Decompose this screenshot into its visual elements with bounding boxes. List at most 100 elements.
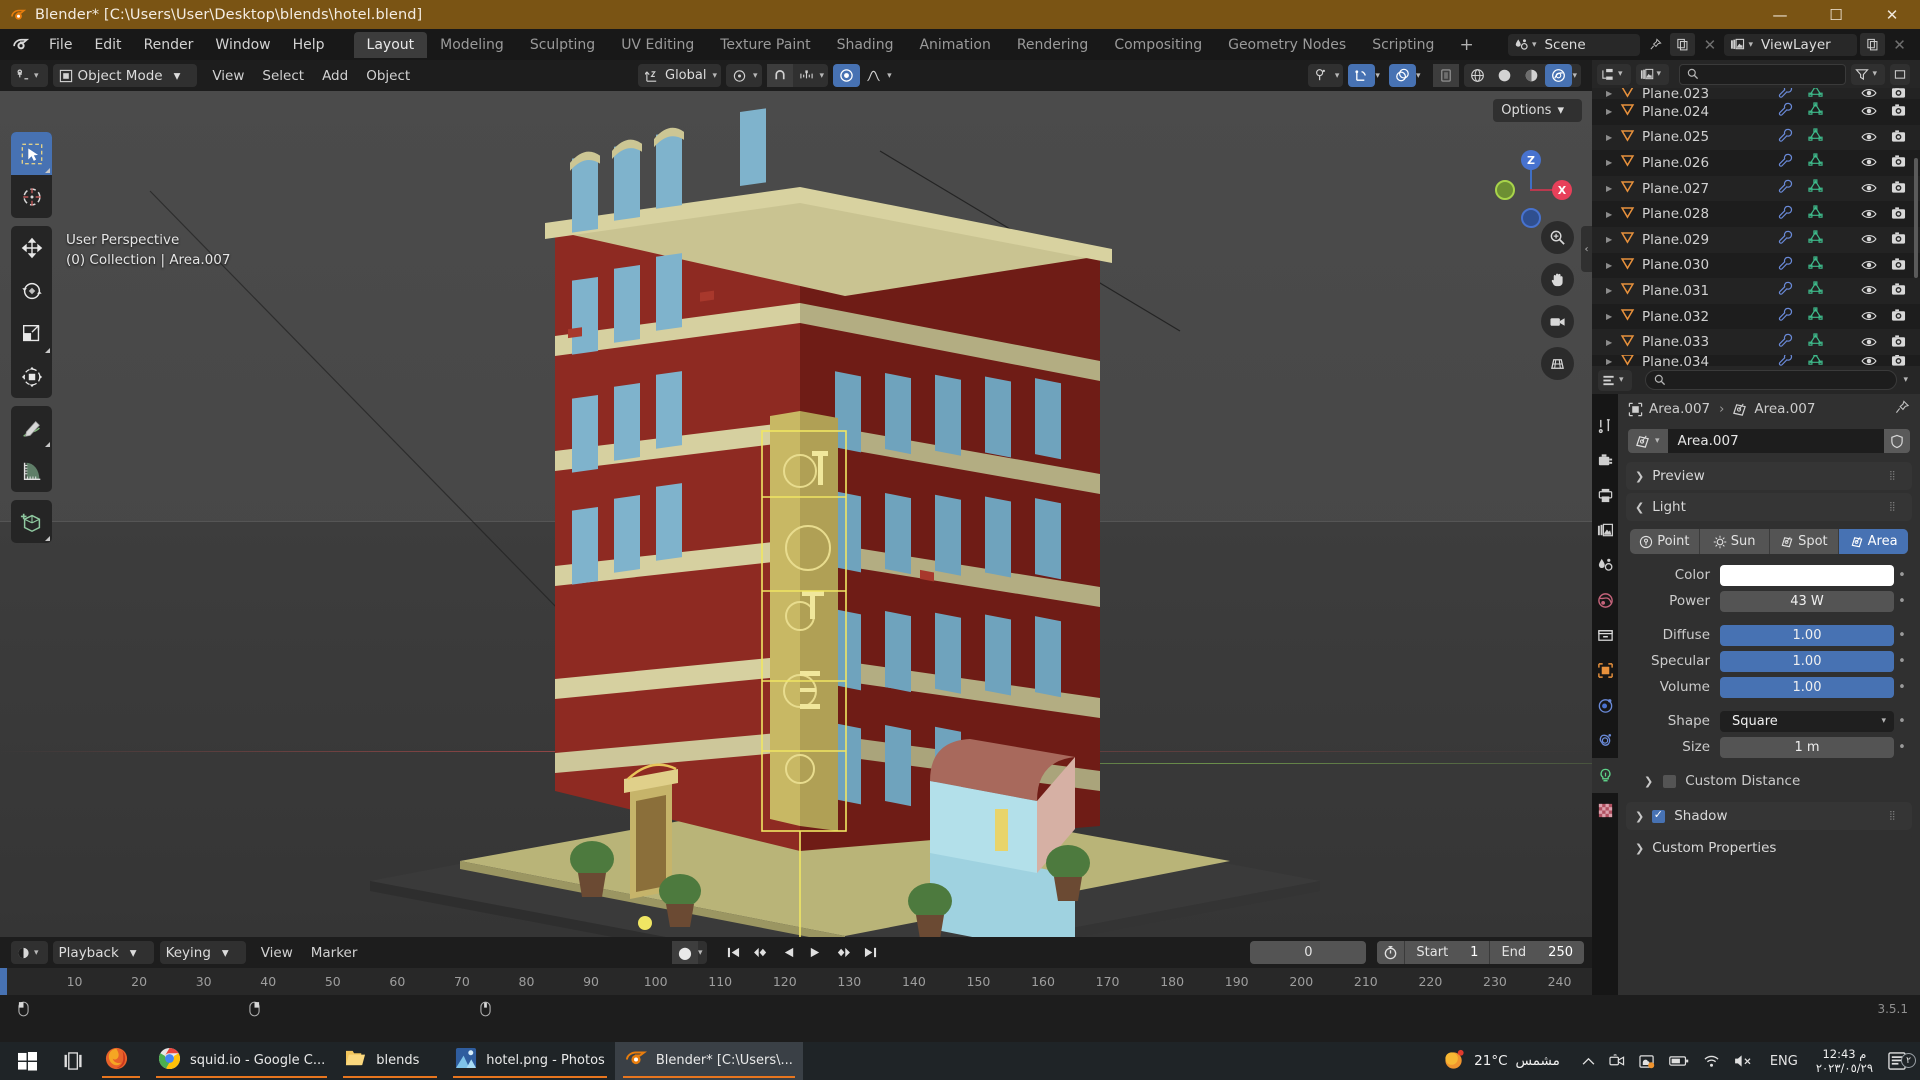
show-gizmo-icon[interactable]: [1348, 64, 1376, 87]
animate-property-icon[interactable]: •: [1894, 740, 1910, 755]
table-row[interactable]: ▶ Plane.025: [1592, 124, 1920, 151]
custom-distance-row[interactable]: ❯ Custom Distance: [1628, 768, 1910, 794]
taskbar-app-explorer[interactable]: blends: [335, 1042, 445, 1080]
wrench-modifier-icon[interactable]: [1778, 153, 1793, 172]
webcam-tray-icon[interactable]: [1602, 1054, 1632, 1068]
viewport-menu-select[interactable]: Select: [253, 65, 313, 87]
battery-tray-icon[interactable]: [1662, 1055, 1696, 1067]
properties-editor-type-selector[interactable]: ▾: [1598, 369, 1632, 391]
tool-tweak-select-box[interactable]: [11, 132, 52, 175]
table-row[interactable]: ▶ Plane.024: [1592, 99, 1920, 125]
visibility-eye-icon[interactable]: [1861, 256, 1877, 275]
use-preview-range-icon[interactable]: [1377, 941, 1405, 964]
mesh-data-icon[interactable]: [1808, 179, 1823, 198]
gizmo-axis-z[interactable]: Z: [1521, 150, 1541, 170]
menu-help[interactable]: Help: [282, 34, 336, 56]
expand-arrow-icon[interactable]: ▶: [1606, 357, 1620, 366]
light-type-spot[interactable]: Spot: [1770, 529, 1840, 554]
viewport-options-button[interactable]: Options ▾: [1493, 99, 1582, 122]
maximize-button[interactable]: ☐: [1808, 0, 1864, 29]
light-datablock-name[interactable]: Area.007: [1667, 429, 1884, 453]
close-button[interactable]: ✕: [1864, 0, 1920, 29]
workspace-tab-shading[interactable]: Shading: [824, 32, 907, 58]
wrench-modifier-icon[interactable]: [1778, 354, 1793, 366]
mesh-data-icon[interactable]: [1808, 333, 1823, 352]
animate-property-icon[interactable]: •: [1894, 628, 1910, 643]
taskbar-clock[interactable]: 12:43 م ٢٠٢٣/٠٥/٢٩: [1808, 1047, 1881, 1075]
snap-magnet-icon[interactable]: [766, 64, 793, 87]
falloff-curve-icon[interactable]: [860, 64, 887, 87]
wrench-modifier-icon[interactable]: [1778, 128, 1793, 147]
expand-arrow-icon[interactable]: ▶: [1606, 261, 1620, 270]
outliner-scrollbar[interactable]: [1914, 158, 1918, 278]
play-reverse-button[interactable]: [776, 941, 802, 964]
render-camera-icon[interactable]: [1891, 153, 1906, 172]
gizmo-axis-neg-y[interactable]: [1495, 180, 1515, 200]
outliner-display-mode-selector[interactable]: ▾: [1635, 63, 1670, 85]
workspace-tab-animation[interactable]: Animation: [906, 32, 1003, 58]
shading-mode-group[interactable]: ▾: [1464, 64, 1581, 87]
light-type-area[interactable]: Area: [1839, 529, 1908, 554]
outliner-filter-button[interactable]: ▾: [1851, 63, 1885, 85]
wrench-modifier-icon[interactable]: [1778, 205, 1793, 224]
panel-drag-dots[interactable]: ⣿: [1889, 812, 1903, 821]
visibility-eye-icon[interactable]: [1861, 355, 1877, 366]
expand-arrow-icon[interactable]: ▶: [1606, 312, 1620, 321]
table-row[interactable]: ▶ Plane.034: [1592, 354, 1920, 366]
mesh-data-icon[interactable]: [1808, 281, 1823, 300]
start-button[interactable]: [0, 1042, 54, 1080]
animate-property-icon[interactable]: •: [1894, 568, 1910, 583]
tool-measure[interactable]: [11, 449, 52, 492]
show-overlays-icon[interactable]: [1388, 64, 1416, 87]
jump-to-end-button[interactable]: [857, 941, 884, 964]
wrench-modifier-icon[interactable]: [1778, 102, 1793, 121]
properties-tab-output[interactable]: [1592, 478, 1618, 513]
pin-id-icon[interactable]: [1895, 399, 1910, 419]
workspace-tab-modeling[interactable]: Modeling: [427, 32, 517, 58]
properties-tab-object-data-light[interactable]: [1592, 758, 1618, 793]
task-view-button[interactable]: [54, 1042, 94, 1080]
toggle-xray-icon[interactable]: [1433, 64, 1460, 87]
viewlayer-selector[interactable]: ▾ ViewLayer: [1724, 33, 1857, 56]
property-value-specular[interactable]: 1.00: [1720, 650, 1894, 672]
tool-cursor[interactable]: [11, 175, 52, 218]
render-camera-icon[interactable]: [1891, 102, 1906, 121]
property-value-size[interactable]: 1 m: [1720, 736, 1894, 758]
table-row[interactable]: ▶ Plane.023: [1592, 88, 1920, 99]
workspace-tab-compositing[interactable]: Compositing: [1101, 32, 1215, 58]
workspace-tab-uv-editing[interactable]: UV Editing: [608, 32, 707, 58]
table-row[interactable]: ▶ Plane.028: [1592, 201, 1920, 227]
expand-arrow-icon[interactable]: ▶: [1606, 89, 1620, 98]
property-value-shape[interactable]: Square ▾: [1720, 710, 1894, 732]
expand-arrow-icon[interactable]: ▶: [1606, 158, 1620, 167]
panel-light[interactable]: ❮ Light ⣿: [1626, 493, 1912, 521]
xray-toggle[interactable]: [1433, 64, 1460, 87]
render-camera-icon[interactable]: [1891, 88, 1906, 99]
jump-to-start-button[interactable]: [720, 941, 747, 964]
taskbar-app-firefox[interactable]: [94, 1042, 148, 1080]
mesh-data-icon[interactable]: [1808, 88, 1823, 99]
gizmo-axis-x[interactable]: X: [1552, 180, 1572, 200]
add-workspace-button[interactable]: +: [1447, 35, 1485, 55]
panel-drag-dots[interactable]: ⣿: [1889, 503, 1903, 512]
snap-to-icon[interactable]: [793, 64, 820, 87]
timeline-keying-menu[interactable]: Keying ▾: [159, 941, 246, 964]
timeline-playhead[interactable]: [0, 968, 7, 996]
taskbar-app-chrome[interactable]: squid.io - Google C...: [148, 1042, 335, 1080]
property-value-color[interactable]: [1720, 564, 1894, 586]
properties-tab-object[interactable]: [1592, 653, 1618, 688]
properties-tab-world[interactable]: [1592, 583, 1618, 618]
taskbar-app-blender[interactable]: Blender* [C:\Users\...: [614, 1042, 803, 1080]
volume-muted-tray-icon[interactable]: [1727, 1054, 1760, 1068]
mesh-data-icon[interactable]: [1808, 307, 1823, 326]
menu-edit[interactable]: Edit: [83, 34, 132, 56]
render-camera-icon[interactable]: [1891, 205, 1906, 224]
sidebar-toggle-arrow[interactable]: ‹: [1581, 226, 1592, 272]
menu-file[interactable]: File: [38, 34, 83, 56]
menu-render[interactable]: Render: [133, 34, 205, 56]
menu-window[interactable]: Window: [204, 34, 281, 56]
tool-scale[interactable]: [11, 312, 52, 355]
render-camera-icon[interactable]: [1891, 256, 1906, 275]
new-scene-icon[interactable]: [1670, 33, 1696, 56]
animate-property-icon[interactable]: •: [1894, 654, 1910, 669]
